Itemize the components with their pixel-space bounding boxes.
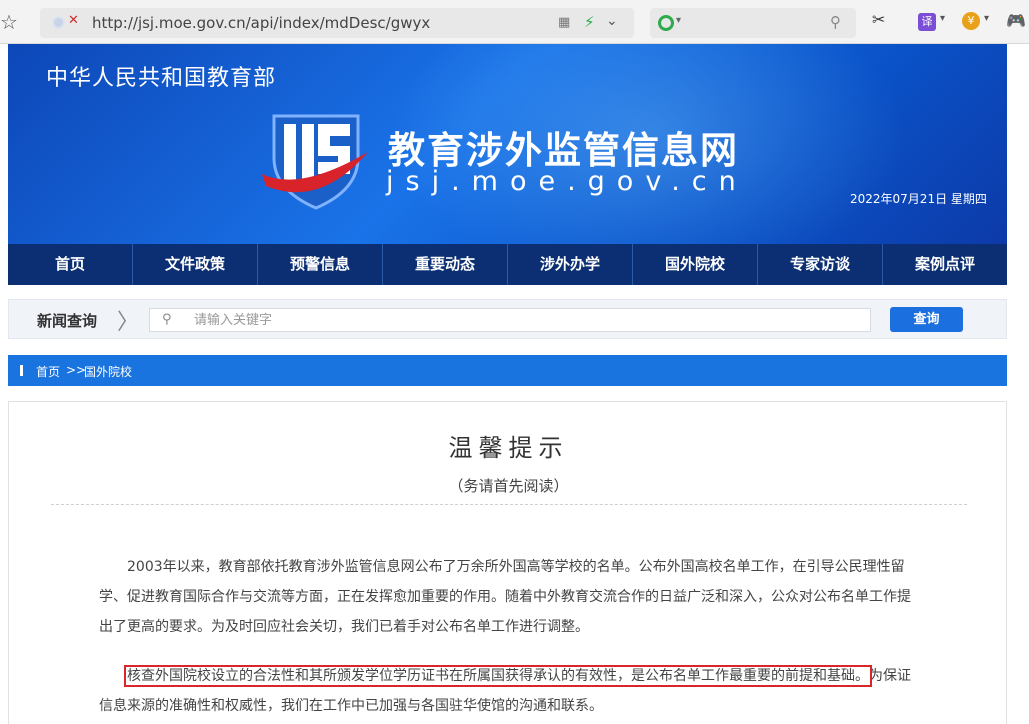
search-icon: ⚲ (162, 312, 172, 327)
article-title: 温馨提示 (448, 434, 569, 462)
chevron-right-icon: 〉 (117, 310, 140, 335)
main-nav: 首页 文件政策 预警信息 重要动态 涉外办学 国外院校 专家访谈 案例点评 (8, 244, 1007, 285)
site-domain: jsj.moe.gov.cn (386, 166, 748, 197)
chevron-down-icon[interactable]: ⌄ (606, 13, 618, 29)
bookmark-star-icon[interactable]: ☆ (0, 10, 18, 34)
nav-item-foreign-schools[interactable]: 涉外办学 (508, 244, 633, 285)
dropdown-icon[interactable]: ▾ (676, 15, 681, 26)
divider (51, 504, 967, 505)
article-paragraph-2: 核查外国院校设立的合法性和其所颁发学位学历证书在所属国获得承认的有效性，是公布名… (99, 661, 917, 721)
news-search-bar: 新闻查询 〉 ⚲ 查询 (8, 299, 1007, 339)
highlighted-sentence: 核查外国院校设立的合法性和其所颁发学位学历证书在所属国获得承认的有效性，是公布名… (124, 665, 872, 687)
news-search-field[interactable]: ⚲ (149, 308, 871, 332)
scissors-icon[interactable]: ✂ (872, 10, 885, 29)
nav-item-case-reviews[interactable]: 案例点评 (883, 244, 1007, 285)
news-search-button[interactable]: 查询 (890, 307, 963, 332)
site-security-icon[interactable] (52, 16, 65, 29)
gamepad-icon[interactable]: 🎮 (1006, 11, 1026, 30)
nav-item-news[interactable]: 重要动态 (383, 244, 508, 285)
breadcrumb-home[interactable]: 首页 (36, 363, 60, 380)
breadcrumb: 首页 >> 国外院校 (8, 355, 1007, 386)
translate-dropdown-icon[interactable]: ▾ (940, 13, 945, 24)
article-paragraph-1: 2003年以来，教育部依托教育涉外监管信息网公布了万余所外国高等学校的名单。公布… (99, 559, 911, 635)
nav-item-policy[interactable]: 文件政策 (133, 244, 258, 285)
browser-toolbar: ☆ ✕ http://jsj.moe.gov.cn/api/index/mdDe… (0, 0, 1029, 44)
currency-dropdown-icon[interactable]: ▾ (984, 13, 989, 24)
qr-code-icon[interactable]: ▦ (558, 15, 570, 30)
breadcrumb-current[interactable]: 国外院校 (84, 363, 132, 380)
translate-icon[interactable]: 译 (918, 13, 936, 31)
site-banner: 中华人民共和国教育部 教育涉外监管信息网 jsj.moe.gov.cn 2022… (8, 44, 1007, 244)
currency-icon[interactable]: ¥ (962, 12, 980, 30)
breadcrumb-marker (20, 365, 23, 376)
browser-search-box[interactable]: ▾ ⚲ (650, 8, 856, 38)
search-icon[interactable]: ⚲ (830, 13, 841, 31)
url-text[interactable]: http://jsj.moe.gov.cn/api/index/mdDesc/g… (92, 14, 430, 32)
news-search-label: 新闻查询 (37, 312, 98, 330)
insecure-lock-icon[interactable]: ✕ (68, 13, 79, 28)
news-search-input[interactable] (194, 311, 854, 329)
search-engine-logo-icon[interactable] (658, 15, 674, 31)
article-panel: 温馨提示 （务请首先阅读） 2003年以来，教育部依托教育涉外监管信息网公布了万… (8, 401, 1007, 724)
address-bar[interactable]: ✕ http://jsj.moe.gov.cn/api/index/mdDesc… (40, 8, 634, 38)
nav-item-expert-interviews[interactable]: 专家访谈 (758, 244, 883, 285)
nav-item-home[interactable]: 首页 (8, 244, 133, 285)
lightning-icon[interactable]: ⚡ (584, 13, 595, 31)
site-logo-icon (262, 114, 368, 210)
ministry-name: 中华人民共和国教育部 (46, 66, 277, 91)
nav-item-overseas-institutions[interactable]: 国外院校 (633, 244, 758, 285)
current-date: 2022年07月21日 星期四 (850, 192, 987, 206)
nav-item-warnings[interactable]: 预警信息 (258, 244, 383, 285)
article-subtitle: （务请首先阅读） (448, 477, 569, 495)
